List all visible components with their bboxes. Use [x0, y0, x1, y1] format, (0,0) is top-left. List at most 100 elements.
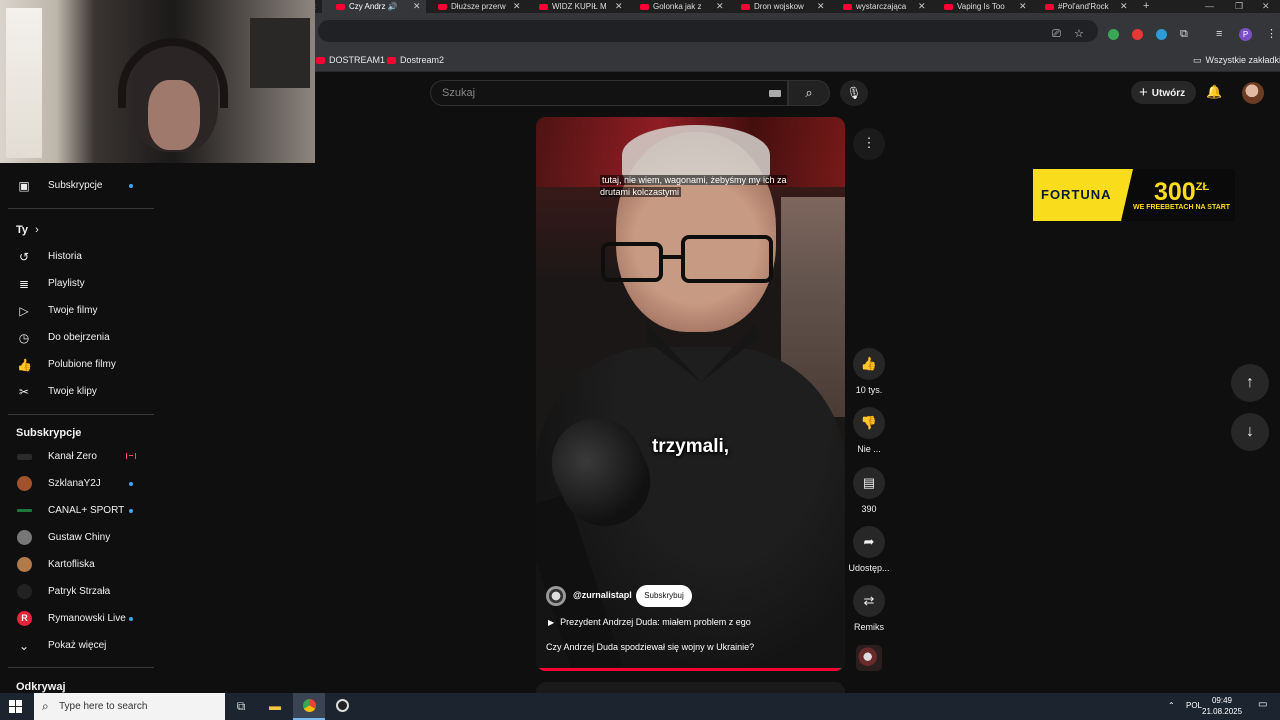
sidebar-item-channel[interactable]: CANAL+ SPORT [0, 498, 154, 524]
sidebar-show-more[interactable]: ⌄ Pokaż więcej [0, 633, 154, 659]
short-video-player[interactable]: tutaj, nie wiem, wagonami, żebyśmy my ic… [536, 117, 845, 671]
sidebar-item-watch-later[interactable]: ◷ Do obejrzenia [0, 325, 154, 351]
voice-search-button[interactable]: 🎙 [840, 80, 868, 106]
sidebar-item-label: Playlisty [48, 278, 85, 289]
video-progress-bar[interactable] [536, 668, 845, 671]
chrome-icon[interactable] [293, 693, 325, 720]
taskbar-clock[interactable]: 09:49 21.08.2025 [1202, 695, 1242, 717]
search-box[interactable]: Szukaj [430, 80, 788, 106]
browser-tab[interactable]: wystarczająca [843, 0, 909, 13]
menu-kebab-icon[interactable]: ⋮ [1266, 27, 1277, 41]
notifications-icon[interactable]: ▭ [1258, 699, 1267, 710]
sidebar-item-channel[interactable]: Patryk Strzała [0, 579, 154, 605]
channel-avatar [17, 557, 32, 572]
extension-icon[interactable] [1108, 29, 1119, 40]
sidebar-item-channel[interactable]: Kartofliska [0, 552, 154, 578]
tab-close-icon[interactable]: ✕ [513, 0, 521, 13]
all-bookmarks-button[interactable]: ▭ Wszystkie zakładki [1193, 53, 1280, 67]
tab-close-icon[interactable]: ✕ [716, 0, 724, 13]
play-icon: ▶ [548, 618, 555, 627]
taskbar-search-input[interactable]: Type here to search [59, 701, 147, 712]
bookmark-star-icon[interactable]: ☆ [1074, 27, 1084, 41]
restore-icon[interactable]: ❐ [1235, 0, 1243, 13]
channel-avatar [17, 530, 32, 545]
share-button[interactable]: ➦ [853, 526, 885, 558]
browser-tab[interactable]: Dron wojskow [741, 0, 811, 13]
like-button[interactable]: 👍 [853, 348, 885, 380]
comment-icon: ▤ [862, 475, 876, 490]
sidebar-item-label: Twoje filmy [48, 305, 98, 316]
close-window-icon[interactable]: ✕ [1262, 0, 1270, 13]
sidebar-you-heading[interactable]: Ty › [16, 224, 39, 236]
bookmark-item[interactable]: DOSTREAM1 [316, 53, 385, 67]
account-avatar[interactable] [1242, 82, 1264, 104]
file-explorer-icon[interactable]: ▬ [259, 693, 291, 720]
sidebar-item-history[interactable]: ↺ Historia [0, 244, 154, 270]
create-button[interactable]: + Utwórz [1131, 81, 1196, 104]
sidebar-item-playlists[interactable]: ≣ Playlisty [0, 271, 154, 297]
like-count: 10 tys. [855, 385, 883, 395]
tab-close-icon[interactable]: ✕ [1120, 0, 1128, 13]
dislike-button[interactable]: 👎 [853, 407, 885, 439]
more-options-button[interactable]: ⋮ [853, 128, 885, 160]
comments-action: ▤ 390 [846, 467, 892, 514]
search-input[interactable]: Szukaj [442, 87, 475, 99]
sidebar-item-channel[interactable]: R Rymanowski Live [0, 606, 154, 632]
windows-start-icon[interactable] [9, 700, 22, 713]
extension-icon[interactable] [1156, 29, 1167, 40]
browser-tab[interactable]: #Pol'and'Rock [1045, 0, 1115, 13]
minimize-icon[interactable]: — [1205, 0, 1214, 13]
new-tab-icon[interactable]: + [1143, 0, 1149, 13]
sidebar-item-liked[interactable]: 👍 Polubione filmy [0, 352, 154, 378]
tab-close-icon[interactable]: ✕ [413, 0, 421, 13]
language-indicator[interactable]: POL [1186, 701, 1202, 710]
obs-icon[interactable] [326, 693, 358, 720]
video-title[interactable]: Czy Andrzej Duda spodziewał się wojny w … [546, 642, 754, 652]
tab-close-icon[interactable]: ✕ [615, 0, 623, 13]
tab-close-icon[interactable]: ✕ [918, 0, 926, 13]
tray-chevron-up-icon[interactable]: ⌃ [1168, 701, 1175, 710]
extension-icon[interactable] [1132, 29, 1143, 40]
your-videos-icon: ▷ [19, 304, 29, 318]
browser-tab[interactable]: Dłuższe przerw [438, 0, 510, 13]
channel-logo[interactable] [546, 586, 566, 606]
install-app-icon[interactable]: ⎚ [1052, 27, 1061, 41]
sidebar-item-clips[interactable]: ✂ Twoje klipy [0, 379, 154, 405]
sound-thumbnail[interactable] [856, 645, 882, 671]
profile-avatar[interactable]: P [1239, 28, 1252, 41]
browser-tab[interactable]: Czy Andrz 🔊 [322, 0, 426, 13]
keyboard-icon[interactable] [769, 90, 781, 97]
create-label: Utwórz [1151, 88, 1186, 99]
notifications-bell-icon[interactable]: 🔔 [1206, 84, 1222, 100]
sidebar-item-channel[interactable]: Kanał Zero [0, 444, 154, 470]
sidebar-item-your-videos[interactable]: ▷ Twoje filmy [0, 298, 154, 324]
related-video-link[interactable]: ▶ Prezydent Andrzej Duda: miałem problem … [548, 617, 751, 627]
channel-handle[interactable]: @zurnalistapl [573, 590, 632, 600]
browser-tab[interactable]: Golonka jak z [640, 0, 712, 13]
youtube-favicon-icon [741, 3, 750, 10]
tab-close-icon[interactable]: ✕ [817, 0, 825, 13]
media-control-icon[interactable]: ≡ [1216, 27, 1222, 41]
remix-label: Remiks [853, 622, 884, 632]
browser-tab[interactable]: WIDZ KUPIŁ M [539, 0, 609, 13]
youtube-favicon-icon [539, 3, 548, 10]
next-short-button[interactable]: ↓ [1231, 413, 1269, 451]
sidebar-item-subscriptions[interactable]: ▣ Subskrypcje [0, 173, 154, 199]
bookmark-item[interactable]: Dostream2 [387, 53, 444, 67]
taskbar-search[interactable]: ⌕ Type here to search [34, 693, 225, 720]
address-bar[interactable] [318, 20, 1098, 42]
fortuna-ad-banner[interactable]: FORTUNA 300ZŁ WE FREEBETACH NA START [1033, 169, 1235, 221]
browser-tab[interactable]: Vaping Is Too [944, 0, 1014, 13]
extensions-puzzle-icon[interactable]: ⧉ [1180, 27, 1188, 41]
sidebar-item-channel[interactable]: Gustaw Chiny [0, 525, 154, 551]
caption-top: tutaj, nie wiem, wagonami, żebyśmy my ic… [600, 174, 788, 198]
previous-short-button[interactable]: ↑ [1231, 364, 1269, 402]
subscribe-button[interactable]: Subskrybuj [636, 585, 692, 607]
task-view-icon[interactable]: ⧉ [225, 693, 257, 720]
search-button[interactable]: ⌕ [788, 80, 830, 106]
comments-button[interactable]: ▤ [853, 467, 885, 499]
remix-button[interactable]: ⇄ [853, 585, 885, 617]
video-person-glasses [681, 235, 773, 283]
sidebar-item-channel[interactable]: SzklanaY2J [0, 471, 154, 497]
tab-close-icon[interactable]: ✕ [1019, 0, 1027, 13]
